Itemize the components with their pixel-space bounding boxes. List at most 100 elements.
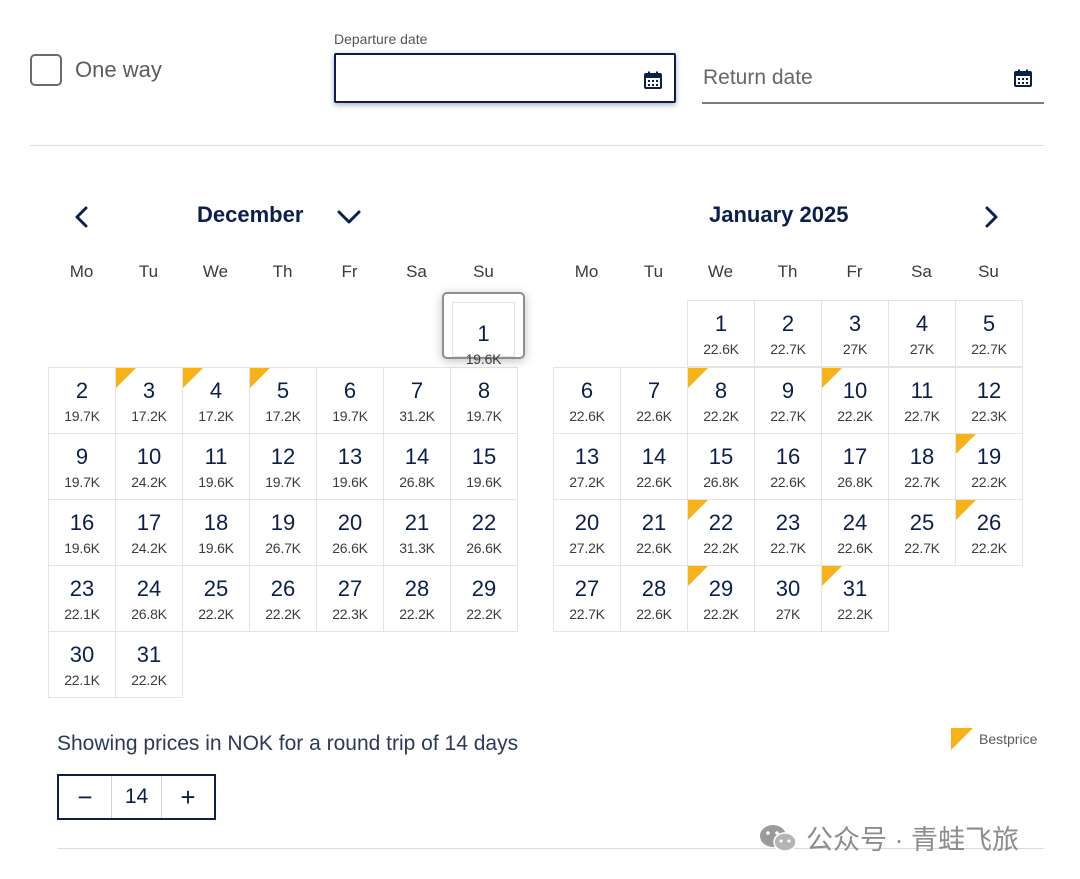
day-cell[interactable]: 22 26.6K — [450, 499, 518, 566]
day-price: 22.7K — [904, 540, 940, 556]
day-cell[interactable]: 11 19.6K — [182, 433, 250, 500]
day-cell[interactable]: 10 24.2K — [115, 433, 183, 500]
top-divider — [30, 145, 1044, 146]
day-cell[interactable]: 12 22.3K — [955, 367, 1023, 434]
day-number: 31 — [136, 642, 162, 667]
day-number: 14 — [641, 444, 667, 469]
day-cell[interactable]: 28 22.6K — [620, 565, 688, 632]
day-cell[interactable]: 1 22.6K — [687, 300, 755, 367]
day-price: 22.6K — [837, 540, 873, 556]
calendar-icon[interactable] — [644, 71, 662, 89]
day-cell[interactable]: 6 19.7K — [316, 367, 384, 434]
day-cell[interactable]: 17 24.2K — [115, 499, 183, 566]
day-number: 6 — [343, 378, 357, 403]
day-cell[interactable]: 29 22.2K — [450, 565, 518, 632]
day-cell[interactable]: 20 26.6K — [316, 499, 384, 566]
day-cell[interactable]: 2 22.7K — [754, 300, 822, 367]
day-number: 26 — [270, 576, 296, 601]
day-number: 11 — [910, 378, 934, 403]
increase-button[interactable]: + — [162, 776, 214, 818]
day-cell[interactable]: 2 19.7K — [48, 367, 116, 434]
watermark: 公众号 · 青蛙飞旅 — [758, 818, 1019, 857]
day-cell[interactable]: 24 22.6K — [821, 499, 889, 566]
departure-date-field[interactable] — [334, 53, 676, 103]
day-cell[interactable]: 23 22.1K — [48, 565, 116, 632]
day-cell[interactable]: 3 27K — [821, 300, 889, 367]
day-cell[interactable]: 30 22.1K — [48, 631, 116, 698]
day-cell[interactable]: 5 17.2K — [249, 367, 317, 434]
day-cell[interactable]: 25 22.2K — [182, 565, 250, 632]
day-cell[interactable]: 17 26.8K — [821, 433, 889, 500]
day-cell[interactable]: 7 22.6K — [620, 367, 688, 434]
day-cell[interactable]: 8 19.7K — [450, 367, 518, 434]
day-price: 22.6K — [636, 474, 672, 490]
day-cell[interactable]: 6 22.6K — [553, 367, 621, 434]
day-cell[interactable]: 12 19.7K — [249, 433, 317, 500]
day-cell[interactable]: 15 19.6K — [450, 433, 518, 500]
day-cell[interactable]: 16 22.6K — [754, 433, 822, 500]
day-number: 15 — [708, 444, 734, 469]
day-cell[interactable]: 26 22.2K — [249, 565, 317, 632]
day-cell[interactable]: 29 22.2K — [687, 565, 755, 632]
weekday-header: Mo — [69, 262, 94, 281]
day-cell[interactable]: 19 26.7K — [249, 499, 317, 566]
day-cell[interactable]: 19 22.2K — [955, 433, 1023, 500]
day-number: 8 — [714, 378, 728, 403]
day-cell[interactable]: 4 17.2K — [182, 367, 250, 434]
day-cell[interactable]: 27 22.3K — [316, 565, 384, 632]
day-price: 22.1K — [64, 672, 100, 688]
trip-length-stepper[interactable]: − 14 + — [57, 774, 216, 820]
day-price: 22.2K — [971, 540, 1007, 556]
day-number: 23 — [69, 576, 95, 601]
selected-day-cell[interactable]: 1 19.6K — [442, 292, 525, 367]
day-cell[interactable]: 13 27.2K — [553, 433, 621, 500]
day-cell[interactable]: 20 27.2K — [553, 499, 621, 566]
day-cell[interactable]: 4 27K — [888, 300, 956, 367]
day-cell[interactable]: 30 27K — [754, 565, 822, 632]
day-cell[interactable]: 14 22.6K — [620, 433, 688, 500]
day-cell[interactable]: 21 31.3K — [383, 499, 451, 566]
day-price: 26.8K — [703, 474, 739, 490]
month-title-left: December — [197, 202, 304, 227]
day-cell[interactable]: 23 22.7K — [754, 499, 822, 566]
day-cell[interactable]: 31 22.2K — [115, 631, 183, 698]
day-cell[interactable]: 22 22.2K — [687, 499, 755, 566]
day-cell[interactable]: 31 22.2K — [821, 565, 889, 632]
day-cell[interactable]: 14 26.8K — [383, 433, 451, 500]
day-cell[interactable]: 26 22.2K — [955, 499, 1023, 566]
day-cell[interactable]: 9 22.7K — [754, 367, 822, 434]
calendar-icon[interactable] — [1014, 69, 1032, 87]
month-dropdown-button[interactable] — [335, 204, 363, 230]
day-cell[interactable]: 28 22.2K — [383, 565, 451, 632]
day-cell[interactable]: 13 19.6K — [316, 433, 384, 500]
day-cell[interactable]: 16 19.6K — [48, 499, 116, 566]
bestprice-legend: Bestprice — [951, 728, 1037, 750]
day-cell[interactable]: 8 22.2K — [687, 367, 755, 434]
day-cell[interactable]: 18 19.6K — [182, 499, 250, 566]
day-cell[interactable]: 10 22.2K — [821, 367, 889, 434]
next-month-button[interactable] — [978, 202, 1006, 232]
calendar-grid-january: Mo Tu We Th Fr Sa Su 1 22.6K 2 22.7K 3 27K 4 27K 5 22.7K… — [553, 262, 1023, 632]
one-way-checkbox[interactable] — [30, 54, 62, 86]
day-cell[interactable]: 3 17.2K — [115, 367, 183, 434]
day-cell[interactable]: 21 22.6K — [620, 499, 688, 566]
day-cell[interactable]: 11 22.7K — [888, 367, 956, 434]
day-cell[interactable]: 18 22.7K — [888, 433, 956, 500]
day-cell[interactable]: 25 22.7K — [888, 499, 956, 566]
return-date-field[interactable]: Return date — [702, 53, 1044, 104]
chevron-down-icon — [337, 210, 361, 224]
day-cell[interactable]: 5 22.7K — [955, 300, 1023, 367]
previous-month-button[interactable] — [67, 202, 95, 232]
day-cell[interactable]: 15 26.8K — [687, 433, 755, 500]
day-cell[interactable]: 7 31.2K — [383, 367, 451, 434]
price-note: Showing prices in NOK for a round trip o… — [57, 732, 519, 755]
day-cell[interactable]: 24 26.8K — [115, 565, 183, 632]
day-number: 3 — [848, 311, 862, 336]
day-cell[interactable]: 9 19.7K — [48, 433, 116, 500]
one-way-option[interactable]: One way — [30, 54, 162, 86]
bestprice-label: Bestprice — [979, 731, 1038, 747]
day-price: 22.1K — [64, 606, 100, 622]
decrease-button[interactable]: − — [59, 776, 111, 818]
day-cell[interactable]: 27 22.7K — [553, 565, 621, 632]
day-price: 22.2K — [837, 408, 873, 424]
